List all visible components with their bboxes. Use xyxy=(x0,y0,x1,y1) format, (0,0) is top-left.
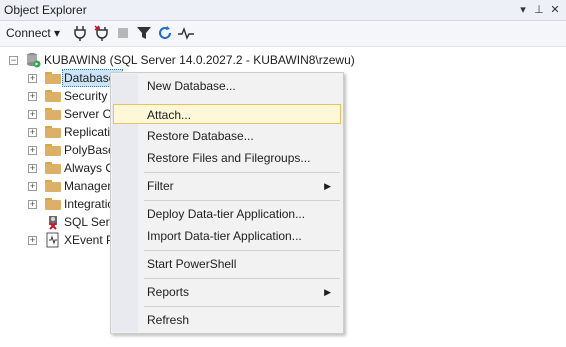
folder-icon xyxy=(45,162,61,174)
tree-node-databases[interactable]: + Databases xyxy=(0,69,124,87)
folder-icon xyxy=(45,90,61,102)
menu-item-label: Start PowerShell xyxy=(147,257,237,271)
folder-icon xyxy=(45,198,61,210)
menu-item-label: Import Data-tier Application... xyxy=(147,229,302,243)
tree-node-label: SQL Serv xyxy=(64,215,116,229)
tree-node-label: XEvent P xyxy=(64,233,115,247)
refresh-icon[interactable] xyxy=(157,25,173,41)
xevent-icon xyxy=(46,232,59,248)
menu-item-import-data-tier[interactable]: Import Data-tier Application... xyxy=(113,226,341,246)
expand-icon[interactable]: + xyxy=(28,110,37,119)
folder-icon xyxy=(45,144,61,156)
window-position-dropdown-icon[interactable]: ▾ xyxy=(516,2,530,18)
menu-item-label: Restore Database... xyxy=(147,129,254,143)
menu-item-restore-database[interactable]: Restore Database... xyxy=(113,126,341,146)
menu-item-attach[interactable]: Attach... xyxy=(113,104,341,124)
server-label: KUBAWIN8 (SQL Server 14.0.2027.2 - KUBAW… xyxy=(44,53,355,67)
expand-icon[interactable]: + xyxy=(28,182,37,191)
object-explorer-toolbar: Connect ▾ xyxy=(0,21,566,47)
expand-icon[interactable]: + xyxy=(28,146,37,155)
menu-separator xyxy=(144,172,340,173)
folder-icon xyxy=(45,180,61,192)
menu-item-label: Attach... xyxy=(147,108,192,122)
connect-button[interactable]: Connect ▾ xyxy=(6,26,60,40)
submenu-arrow-icon: ▶ xyxy=(324,287,331,297)
expand-icon[interactable]: + xyxy=(28,128,37,137)
menu-item-start-powershell[interactable]: Start PowerShell xyxy=(113,254,341,274)
tree-node-label: Integratio xyxy=(64,197,115,211)
disconnect-icon[interactable] xyxy=(94,25,110,41)
connect-server-icon[interactable] xyxy=(72,25,88,41)
close-icon[interactable]: ✕ xyxy=(548,2,562,18)
menu-separator xyxy=(144,306,340,307)
object-explorer-titlebar: Object Explorer ▾ ⊥ ✕ xyxy=(0,0,566,21)
pin-icon[interactable]: ⊥ xyxy=(532,2,546,18)
expand-icon[interactable]: + xyxy=(28,92,37,101)
server-icon xyxy=(27,53,41,68)
menu-item-label: Filter xyxy=(147,179,174,193)
tree-node-label: Managen xyxy=(64,179,115,193)
menu-item-reports[interactable]: Reports ▶ xyxy=(113,282,341,302)
menu-item-label: Restore Files and Filegroups... xyxy=(147,151,311,165)
menu-item-new-database[interactable]: New Database... xyxy=(113,76,341,96)
menu-separator xyxy=(144,250,340,251)
menu-item-label: Deploy Data-tier Application... xyxy=(147,207,306,221)
tree-node-label: PolyBase xyxy=(64,143,115,157)
folder-icon xyxy=(45,72,61,84)
menu-item-label: New Database... xyxy=(147,79,236,93)
submenu-arrow-icon: ▶ xyxy=(324,181,331,191)
menu-item-restore-files-filegroups[interactable]: Restore Files and Filegroups... xyxy=(113,148,341,168)
tree-node-label: Always O xyxy=(64,161,115,175)
menu-separator xyxy=(144,200,340,201)
menu-item-label: Reports xyxy=(147,285,190,299)
expand-icon[interactable]: + xyxy=(28,236,37,245)
panel-title: Object Explorer xyxy=(4,3,87,17)
tree-node-label: Replicatio xyxy=(64,125,117,139)
filter-icon[interactable] xyxy=(136,25,152,41)
server-node[interactable]: − KUBAWIN8 (SQL Server 14.0.2027.2 - KUB… xyxy=(0,51,566,69)
folder-icon xyxy=(45,108,61,120)
agent-stopped-icon xyxy=(49,216,57,230)
folder-icon xyxy=(45,126,61,138)
tree-node-label: Security xyxy=(64,89,108,103)
menu-separator xyxy=(144,278,340,279)
expand-icon[interactable]: + xyxy=(28,200,37,209)
collapse-icon[interactable]: − xyxy=(9,56,18,65)
stop-icon[interactable] xyxy=(115,25,131,41)
context-menu: New Database... Attach... Restore Databa… xyxy=(110,72,344,334)
activity-monitor-icon[interactable] xyxy=(178,25,194,41)
menu-item-filter[interactable]: Filter ▶ xyxy=(113,176,341,196)
menu-item-refresh[interactable]: Refresh xyxy=(113,310,341,330)
expand-icon[interactable]: + xyxy=(28,74,37,83)
menu-item-label: Refresh xyxy=(147,313,190,327)
expand-icon[interactable]: + xyxy=(28,164,37,173)
menu-item-deploy-data-tier[interactable]: Deploy Data-tier Application... xyxy=(113,204,341,224)
